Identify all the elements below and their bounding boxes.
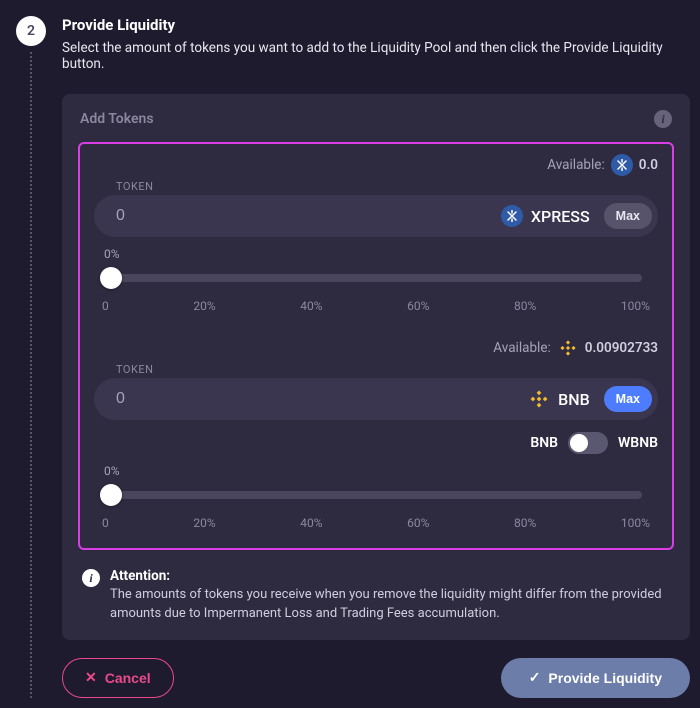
token-a-symbol: XPRESS — [531, 207, 590, 226]
check-icon: ✓ — [529, 669, 541, 686]
add-tokens-card: Add Tokens i Available: 0.0 TOKEN — [62, 94, 690, 640]
token-b-amount-input[interactable] — [116, 390, 520, 408]
tick: 20% — [193, 299, 215, 313]
bnb-icon — [557, 337, 579, 359]
token-a-selector[interactable]: XPRESS — [501, 205, 596, 227]
bnb-icon — [528, 388, 550, 410]
tokens-frame: Available: 0.0 TOKEN XPRESS Max — [78, 142, 674, 550]
token-a-slider[interactable] — [100, 267, 652, 289]
tick: 40% — [300, 516, 322, 530]
close-icon: ✕ — [85, 669, 97, 686]
tick: 0 — [102, 516, 109, 530]
token-b-available-value: 0.00902733 — [585, 340, 658, 356]
tick: 100% — [621, 299, 650, 313]
token-b-selector[interactable]: BNB — [528, 388, 596, 410]
tick: 40% — [300, 299, 322, 313]
submit-label: Provide Liquidity — [548, 670, 662, 686]
slider-thumb[interactable] — [100, 484, 122, 506]
tick: 0 — [102, 299, 109, 313]
slider-track — [110, 274, 642, 282]
attention-title: Attention: — [110, 568, 670, 584]
token-b-slider-ticks: 0 20% 40% 60% 80% 100% — [100, 516, 652, 530]
token-a-amount-input[interactable] — [116, 207, 493, 225]
toggle-bnb-label: BNB — [530, 435, 558, 451]
token-a-available-value: 0.0 — [639, 157, 658, 173]
token-b-slider[interactable] — [100, 484, 652, 506]
tick: 100% — [621, 516, 650, 530]
token-a-max-button[interactable]: Max — [604, 203, 652, 229]
token-a-slider-ticks: 0 20% 40% 60% 80% 100% — [100, 299, 652, 313]
attention-icon: i — [82, 569, 100, 587]
xpress-icon — [611, 154, 633, 176]
step-title: Provide Liquidity — [62, 16, 690, 34]
xpress-icon — [501, 205, 523, 227]
token-a-input-row: XPRESS Max — [94, 195, 658, 237]
attention-notice: i Attention: The amounts of tokens you r… — [78, 564, 674, 624]
step-number-badge: 2 — [16, 16, 46, 46]
tick: 20% — [193, 516, 215, 530]
step-description: Select the amount of tokens you want to … — [62, 40, 690, 72]
step-connector — [30, 52, 32, 698]
cancel-label: Cancel — [105, 670, 151, 686]
token-a-label: TOKEN — [94, 180, 658, 193]
token-b-input-row: BNB Max — [94, 378, 658, 420]
card-title: Add Tokens — [80, 111, 154, 127]
bnb-wbnb-toggle[interactable] — [568, 432, 608, 454]
tick: 80% — [514, 299, 536, 313]
token-b-max-button[interactable]: Max — [604, 386, 652, 412]
token-b-available-label: Available: — [493, 340, 550, 356]
slider-track — [110, 491, 642, 499]
token-b-label: TOKEN — [94, 363, 658, 376]
token-a-available-label: Available: — [547, 157, 604, 173]
token-a-slider-percent: 0% — [100, 247, 652, 261]
tick: 60% — [407, 516, 429, 530]
info-icon[interactable]: i — [654, 110, 672, 128]
provide-liquidity-button[interactable]: ✓ Provide Liquidity — [501, 658, 690, 698]
toggle-knob — [570, 434, 588, 452]
token-b-slider-percent: 0% — [100, 464, 652, 478]
toggle-wbnb-label: WBNB — [618, 435, 658, 451]
cancel-button[interactable]: ✕ Cancel — [62, 658, 174, 698]
token-b-symbol: BNB — [558, 390, 590, 409]
slider-thumb[interactable] — [100, 267, 122, 289]
tick: 80% — [514, 516, 536, 530]
attention-body: The amounts of tokens you receive when y… — [110, 586, 670, 624]
tick: 60% — [407, 299, 429, 313]
